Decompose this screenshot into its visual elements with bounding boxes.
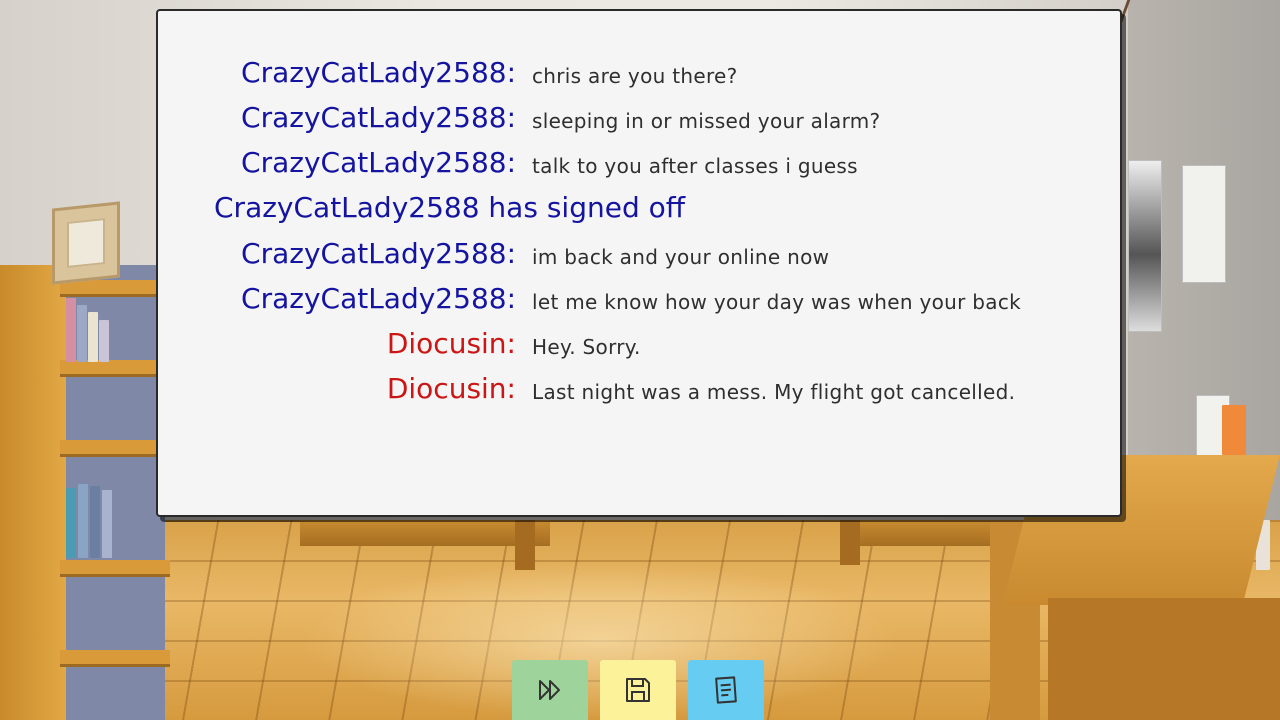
book: [88, 312, 98, 362]
sticky-note: [1222, 405, 1246, 455]
book: [78, 484, 88, 558]
chat-line: CrazyCatLady2588: chris are you there?: [158, 56, 1124, 100]
chat-window: CrazyCatLady2588: chris are you there? C…: [156, 9, 1122, 517]
chat-message: chris are you there?: [532, 64, 738, 88]
shelf-board: [60, 650, 170, 664]
fast-forward-icon: [539, 680, 560, 700]
bookshelf-side-panel: [0, 265, 66, 720]
book: [90, 486, 100, 558]
chat-line: CrazyCatLady2588: im back and your onlin…: [158, 237, 1124, 281]
photo-frame: [52, 201, 120, 285]
wall-poster: [1182, 165, 1226, 283]
chat-message: Last night was a mess. My flight got can…: [532, 380, 1016, 404]
speaker-name: CrazyCatLady2588:: [241, 101, 516, 134]
book: [99, 320, 109, 362]
chat-line: CrazyCatLady2588: let me know how your d…: [158, 282, 1124, 326]
bed-frame-rail: [300, 520, 550, 546]
chat-message: sleeping in or missed your alarm?: [532, 109, 881, 133]
save-icon: [626, 678, 650, 702]
wall-poster: [1128, 160, 1162, 332]
log-icon: [715, 676, 737, 704]
shelf-board: [60, 440, 170, 454]
shelf-board: [60, 360, 170, 374]
chat-line: CrazyCatLady2588: sleeping in or missed …: [158, 101, 1124, 145]
speaker-name: Diocusin:: [386, 372, 516, 405]
speaker-name: Diocusin:: [386, 327, 516, 360]
desk-rail: [840, 520, 1000, 546]
chat-line: Diocusin: Hey. Sorry.: [158, 327, 1124, 371]
chat-line: Diocusin: Last night was a mess. My flig…: [158, 372, 1124, 416]
shelf-board: [60, 560, 170, 574]
skip-button[interactable]: [512, 660, 588, 720]
speaker-name: CrazyCatLady2588:: [241, 282, 516, 315]
speaker-name: CrazyCatLady2588:: [241, 56, 516, 89]
sign-off-notice: CrazyCatLady2588 has signed off: [214, 191, 686, 224]
book: [77, 305, 87, 362]
chat-message: Hey. Sorry.: [532, 335, 641, 359]
save-button[interactable]: [600, 660, 676, 720]
speaker-name: CrazyCatLady2588:: [241, 146, 516, 179]
chat-message: talk to you after classes i guess: [532, 154, 858, 178]
book: [66, 298, 76, 362]
bed-frame-leg: [515, 520, 535, 570]
speaker-name: CrazyCatLady2588:: [241, 237, 516, 270]
book: [66, 488, 76, 558]
chat-system-line: CrazyCatLady2588 has signed off: [158, 191, 1124, 235]
chat-message: im back and your online now: [532, 245, 830, 269]
shelf-board: [60, 280, 170, 294]
desk-leg: [840, 520, 860, 565]
desk-body: [1048, 598, 1280, 720]
chat-line: CrazyCatLady2588: talk to you after clas…: [158, 146, 1124, 190]
book: [102, 490, 112, 558]
log-button[interactable]: [688, 660, 764, 720]
chat-message: let me know how your day was when your b…: [532, 290, 1022, 314]
